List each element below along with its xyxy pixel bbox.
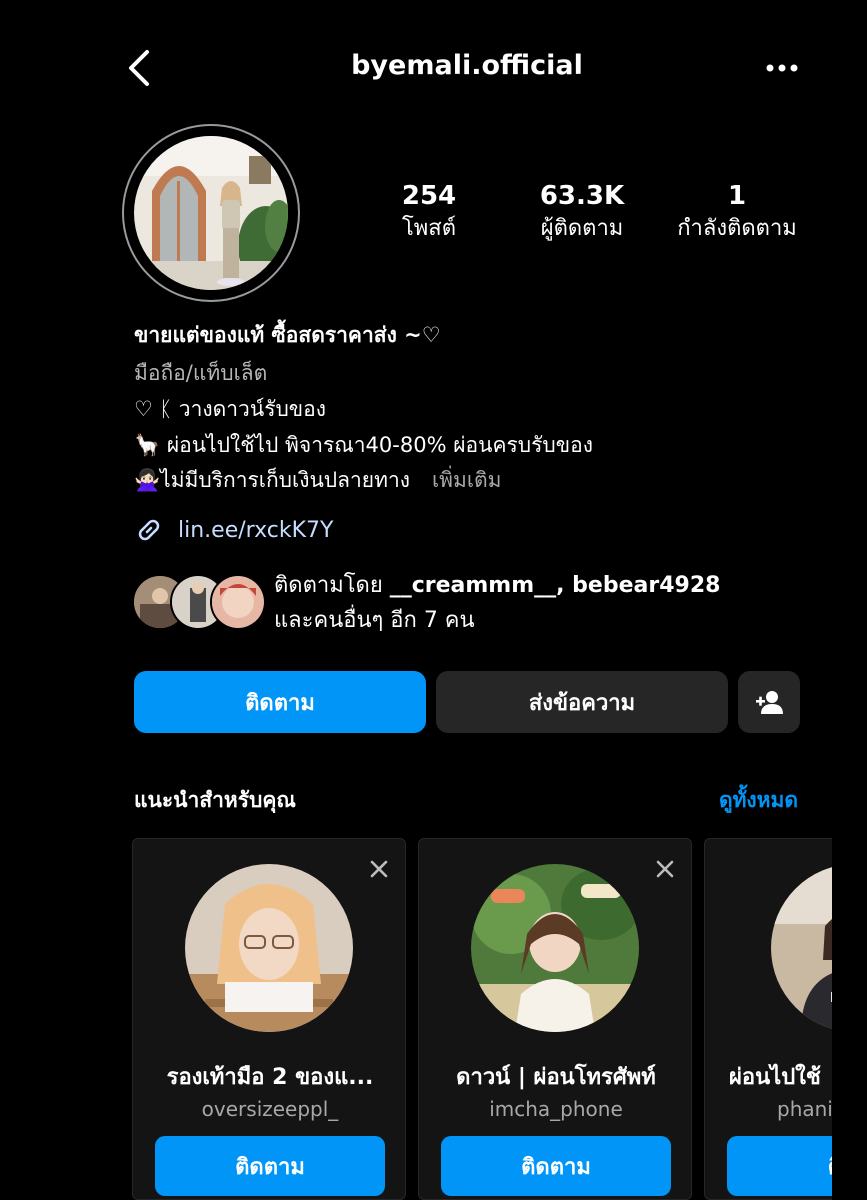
posts-stat[interactable]: 254 โพสต์ xyxy=(374,180,484,244)
suggestion-follow-button[interactable]: ติด xyxy=(727,1136,832,1196)
suggestion-follow-button[interactable]: ติดตาม xyxy=(155,1136,385,1196)
mutual-avatar-3 xyxy=(210,574,266,630)
see-all-link[interactable]: ดูทั้งหมด xyxy=(719,784,798,817)
following-count: 1 xyxy=(727,181,747,211)
followed-by-text[interactable]: ติดตามโดย __creammm__, bebear4928 และคนอ… xyxy=(274,568,720,638)
profile-avatar[interactable] xyxy=(134,136,288,290)
more-options-icon[interactable] xyxy=(762,52,802,84)
posts-label: โพสต์ xyxy=(401,216,457,241)
follow-button[interactable]: ติดตาม xyxy=(134,671,426,733)
suggestions-heading: แนะนำสำหรับคุณ xyxy=(134,788,296,812)
bio-line-2: 🦙 ผ่อนไปใช้ไป พิจารณา40-80% ผ่อนครบรับขอ… xyxy=(134,433,593,457)
suggest-people-button[interactable] xyxy=(738,671,800,733)
followed-by-prefix: ติดตามโดย xyxy=(274,573,383,598)
suggestion-avatar[interactable] xyxy=(471,864,639,1032)
message-button[interactable]: ส่งข้อความ xyxy=(436,671,728,733)
suggestion-username: imcha_phone xyxy=(489,1097,623,1121)
link-icon xyxy=(138,519,160,541)
suggestion-name: ดาวน์ | ผ่อนโทรศัพท์ xyxy=(456,1065,656,1090)
posts-count: 254 xyxy=(401,181,457,211)
suggestion-card[interactable]: ผ่อนไปใช้ phani ติด xyxy=(704,838,832,1200)
followers-stat[interactable]: 63.3K ผู้ติดตาม xyxy=(524,180,640,244)
followed-by-users: __creammm__, bebear4928 xyxy=(389,573,721,598)
profile-username-title: byemali.official xyxy=(351,50,583,81)
suggestion-follow-button[interactable]: ติดตาม xyxy=(441,1136,671,1196)
profile-category: มือถือ/แท็บเล็ต xyxy=(134,361,268,385)
following-stat[interactable]: 1 กำลังติดตาม xyxy=(662,180,812,244)
suggestion-card[interactable]: รองเท้ามือ 2 ของแ... oversizeeppl_ ติดตา… xyxy=(132,838,406,1200)
suggestion-username: phani xyxy=(777,1097,832,1121)
profile-screen: byemali.official 254 โพสต์ 63.3K ผู้ติดต… xyxy=(102,0,832,1200)
suggestion-name: ผ่อนไปใช้ xyxy=(729,1065,821,1090)
dismiss-icon[interactable] xyxy=(653,857,677,881)
bio-line-3-text: 🙅🏻‍♀️ไม่มีบริการเก็บเงินปลายทาง xyxy=(134,468,410,492)
mutual-followers-avatars[interactable] xyxy=(132,574,272,630)
add-person-icon xyxy=(756,691,783,714)
suggestion-name: รองเท้ามือ 2 ของแ... xyxy=(166,1065,374,1090)
followers-count: 63.3K xyxy=(539,181,625,211)
suggestion-username: oversizeeppl_ xyxy=(201,1097,339,1121)
bio-link-text: lin.ee/rxckK7Y xyxy=(178,517,334,543)
bio-line-1: ♡ ᛕ วางดาวน์รับของ xyxy=(134,397,327,421)
followers-label: ผู้ติดตาม xyxy=(540,216,624,241)
dismiss-icon[interactable] xyxy=(367,857,391,881)
bio-line-3: 🙅🏻‍♀️ไม่มีบริการเก็บเงินปลายทาง เพิ่มเติม xyxy=(134,465,502,495)
suggestion-avatar[interactable] xyxy=(185,864,353,1032)
following-label: กำลังติดตาม xyxy=(677,216,797,241)
followed-by-others: และคนอื่นๆ อีก 7 คน xyxy=(274,608,475,633)
suggestion-card[interactable]: ดาวน์ | ผ่อนโทรศัพท์ imcha_phone ติดตาม xyxy=(418,838,692,1200)
bio-more-link[interactable]: เพิ่มเติม xyxy=(432,468,502,492)
bio-link[interactable]: lin.ee/rxckK7Y xyxy=(134,515,333,545)
suggestion-avatar[interactable] xyxy=(771,864,832,1032)
profile-display-name: ขายแต่ของแท้ ซื้อสดราคาส่ง ~♡ xyxy=(134,323,441,347)
